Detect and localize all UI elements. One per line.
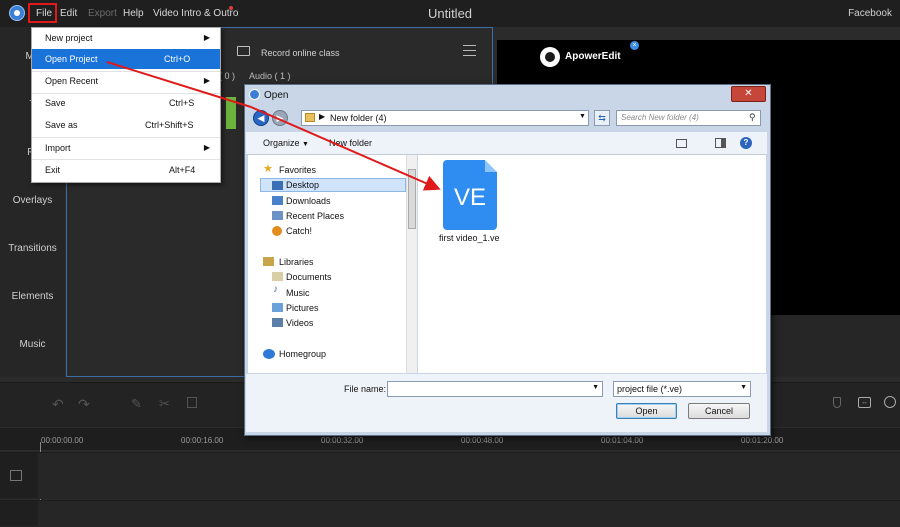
annotation-arrow bbox=[250, 106, 441, 191]
annotation-arrows bbox=[106, 61, 441, 191]
annotation-arrow bbox=[106, 61, 252, 108]
